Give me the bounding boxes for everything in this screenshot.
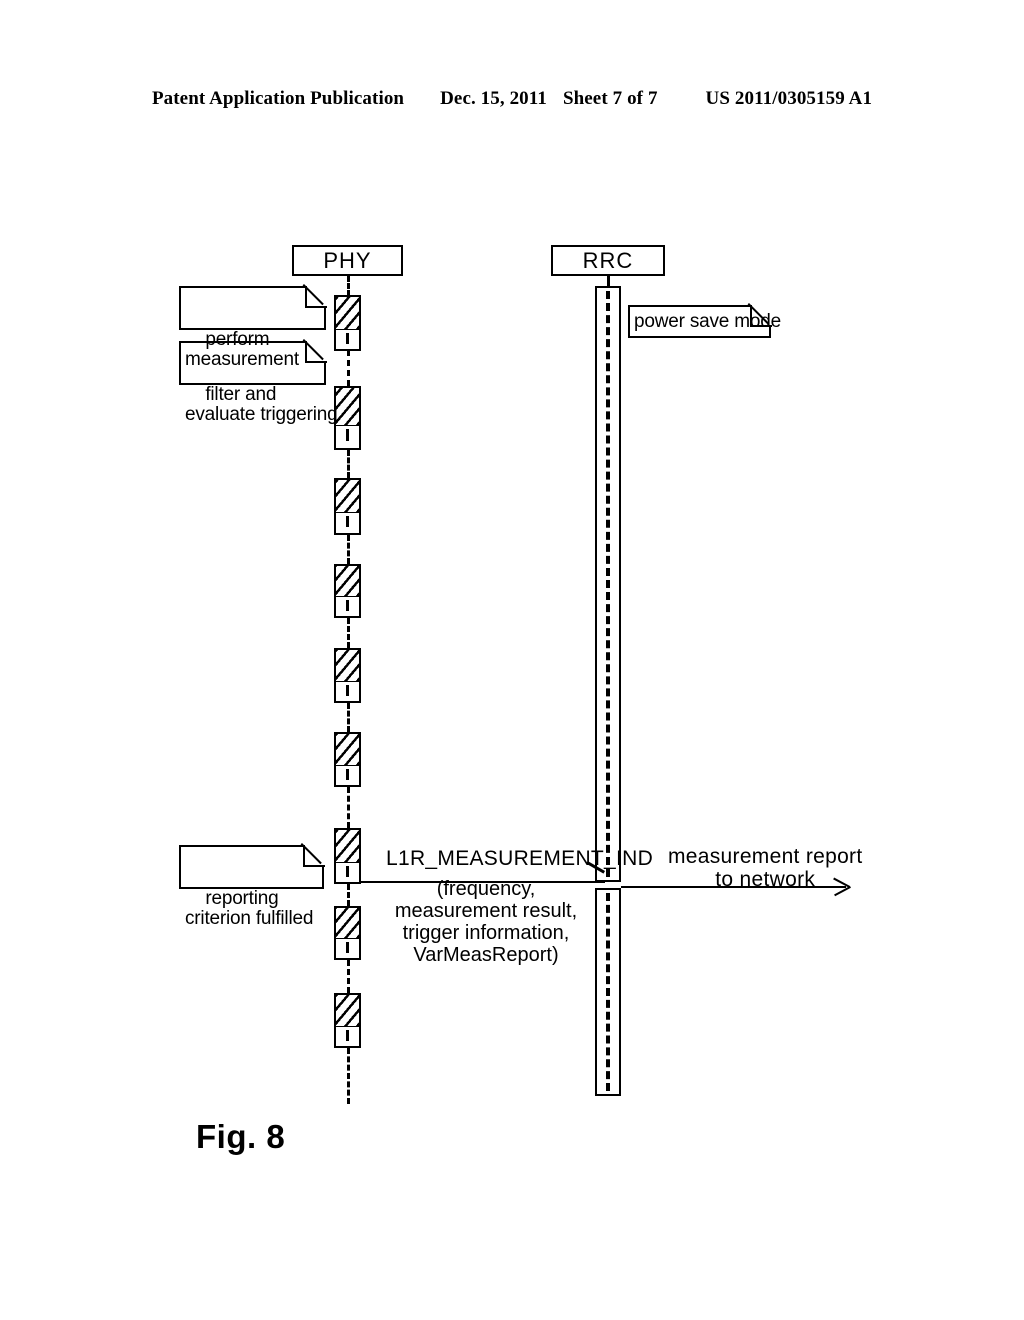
activation-hatched-section	[336, 734, 359, 767]
note-power-save-mode: power save mode	[628, 304, 781, 338]
rrc-inner-lifeline	[606, 291, 610, 877]
note-text: power save mode	[634, 310, 781, 332]
activation-block	[334, 732, 361, 787]
lifeline-phy-segment	[347, 276, 350, 296]
message-arrowhead-l1r-measurement-ind	[587, 871, 605, 883]
activation-lifeline-stub	[346, 516, 349, 527]
note-fold-corner-icon	[302, 844, 325, 867]
lifeline-phy-segment	[347, 787, 350, 828]
lifeline-phy-segment	[347, 884, 350, 906]
message-parameters-l1r-measurement-ind: (frequency, measurement result, trigger …	[394, 878, 578, 966]
lifeline-phy-segment	[347, 1048, 350, 1104]
sequence-diagram: PHY RRC perform measurement filter and e…	[0, 0, 1024, 1320]
rrc-inner-lifeline	[606, 893, 610, 1091]
note-reporting-criterion-fulfilled: reporting criterion fulfilled	[179, 844, 325, 929]
activation-hatched-section	[336, 480, 359, 514]
lifeline-phy-segment	[347, 960, 350, 993]
activation-block	[334, 993, 361, 1048]
activation-hatched-section	[336, 388, 359, 427]
note-text: perform measurement	[185, 329, 299, 370]
activation-lifeline-stub	[346, 1030, 349, 1041]
activation-hatched-section	[336, 650, 359, 683]
activation-hatched-section	[336, 995, 359, 1028]
lifeline-head-rrc: RRC	[551, 245, 665, 276]
figure-caption: Fig. 8	[196, 1118, 286, 1155]
activation-block	[334, 386, 361, 450]
lifeline-phy-segment	[347, 350, 350, 386]
lifeline-label-rrc: RRC	[582, 247, 634, 273]
activation-hatched-section	[336, 297, 359, 331]
activation-block	[334, 564, 361, 618]
activation-lifeline-stub	[346, 685, 349, 696]
activation-lifeline-stub	[346, 942, 349, 953]
lifeline-head-phy: PHY	[292, 245, 403, 276]
activation-block	[334, 648, 361, 703]
activation-lifeline-stub	[346, 600, 349, 611]
activation-lifeline-stub	[346, 866, 349, 877]
lifeline-phy-segment	[347, 450, 350, 478]
lifeline-label-phy: PHY	[323, 247, 372, 273]
rrc-activation-bar-upper	[595, 286, 621, 882]
activation-block	[334, 478, 361, 535]
message-label-l1r-measurement-ind: L1R_MEASUREMENT_IND	[386, 847, 654, 870]
activation-lifeline-stub	[346, 769, 349, 780]
rrc-activation-bar-lower	[595, 888, 621, 1096]
activation-hatched-section	[336, 830, 359, 864]
activation-block-message-source	[334, 828, 361, 884]
note-fold-corner-icon	[304, 340, 327, 363]
note-text: filter and evaluate triggering	[185, 384, 338, 425]
activation-hatched-section	[336, 908, 359, 940]
message-label-measurement-report: measurement report to network	[668, 845, 863, 891]
note-text: reporting criterion fulfilled	[185, 888, 314, 929]
lifeline-rrc-segment	[607, 276, 610, 286]
activation-lifeline-stub	[346, 429, 349, 441]
activation-hatched-section	[336, 566, 359, 598]
activation-lifeline-stub	[346, 333, 349, 344]
activation-block	[334, 295, 361, 351]
activation-block	[334, 906, 361, 960]
lifeline-phy-segment	[347, 703, 350, 732]
lifeline-phy-segment	[347, 618, 350, 648]
lifeline-phy-segment	[347, 535, 350, 564]
note-fold-corner-icon	[304, 285, 327, 308]
note-perform-measurement: perform measurement	[179, 285, 327, 370]
